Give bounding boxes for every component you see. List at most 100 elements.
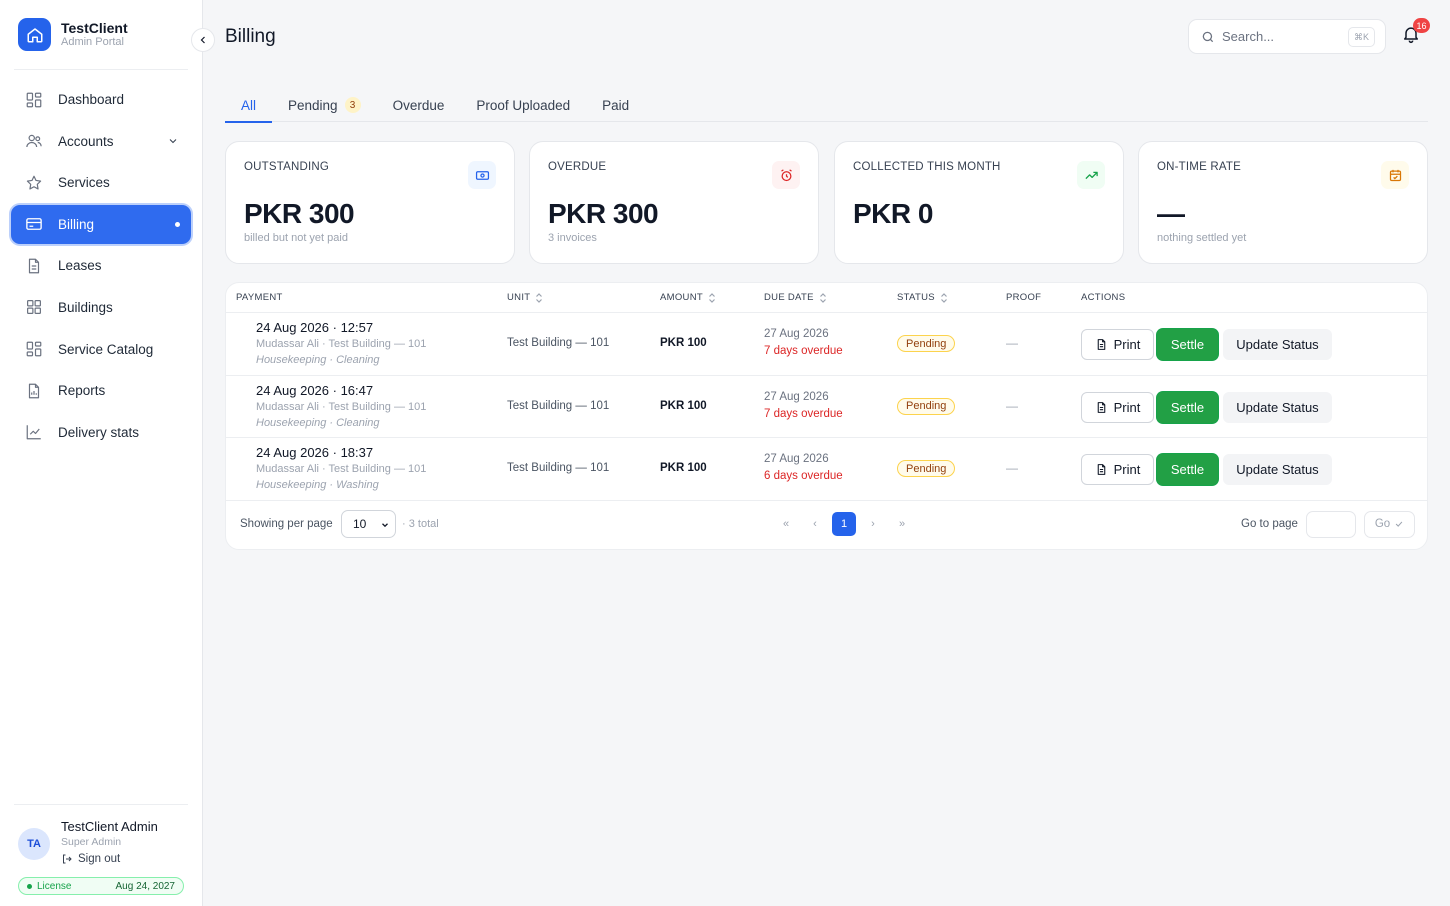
table-row: 24 Aug 2026 · 12:57 Mudassar Ali · Test … — [226, 313, 1427, 376]
tab-label: Overdue — [392, 97, 445, 113]
card-subtitle: billed but not yet paid — [244, 232, 348, 244]
star-icon — [23, 172, 45, 194]
sidebar-nav: Dashboard Accounts Services Billing Leas… — [11, 80, 191, 454]
search-box[interactable]: ⌘K — [1188, 19, 1386, 54]
proof-cell: — — [1006, 398, 1018, 413]
overdue-label: 7 days overdue — [764, 345, 843, 357]
tab-proof-uploaded[interactable]: Proof Uploaded — [460, 88, 586, 122]
tab-all[interactable]: All — [225, 88, 273, 123]
sidebar-item-delivery-stats[interactable]: Delivery stats — [11, 413, 191, 452]
check-icon — [1395, 521, 1403, 527]
sidebar-item-dashboard[interactable]: Dashboard — [11, 80, 191, 119]
column-header-amount[interactable]: AMOUNT — [660, 292, 716, 303]
goto-page-input[interactable] — [1306, 510, 1356, 538]
billing-tabs: All Pending 3 Overdue Proof Uploaded Pai… — [225, 88, 1428, 123]
sidebar-item-label: Accounts — [58, 133, 114, 149]
sign-out-icon — [63, 854, 72, 864]
payment-datetime: 24 Aug 2026 · 12:57 — [256, 320, 374, 335]
column-header-status[interactable]: STATUS — [897, 292, 948, 303]
first-page-button[interactable]: « — [774, 512, 798, 536]
home-icon — [18, 18, 51, 51]
sort-icon — [819, 292, 826, 303]
table-footer: Showing per page 10 · 3 total « ‹ 1 › » … — [226, 501, 1427, 550]
amount-cell: PKR 100 — [660, 337, 707, 349]
column-header-unit[interactable]: UNIT — [507, 292, 543, 303]
search-shortcut: ⌘K — [1347, 27, 1375, 47]
column-header-due-date[interactable]: DUE DATE — [764, 292, 827, 303]
collapse-sidebar-button[interactable] — [191, 28, 215, 52]
print-button[interactable]: Print — [1081, 329, 1154, 360]
update-status-button[interactable]: Update Status — [1223, 454, 1332, 485]
amount-cell: PKR 100 — [660, 399, 707, 412]
search-icon — [1202, 31, 1214, 42]
sidebar-item-service-catalog[interactable]: Service Catalog — [11, 330, 191, 369]
search-input[interactable] — [1222, 29, 1340, 44]
update-status-button[interactable]: Update Status — [1223, 329, 1332, 360]
calendar-icon — [1381, 161, 1409, 189]
grid-icon — [23, 296, 45, 318]
per-page-select[interactable]: 10 — [341, 509, 396, 538]
payment-customer: Mudassar Ali · Test Building — 101 — [256, 338, 427, 350]
printer-document-icon — [1097, 339, 1105, 350]
document-icon — [23, 255, 45, 277]
go-button[interactable]: Go — [1364, 510, 1415, 538]
cash-icon — [468, 161, 496, 189]
settle-button[interactable]: Settle — [1157, 391, 1218, 423]
print-label: Print — [1113, 462, 1141, 477]
settle-button[interactable]: Settle — [1157, 454, 1218, 485]
status-badge: Pending — [897, 335, 956, 352]
tab-label: Paid — [602, 97, 630, 113]
payment-datetime: 24 Aug 2026 · 16:47 — [256, 382, 374, 398]
sign-out-button[interactable]: Sign out — [61, 853, 120, 865]
tab-overdue[interactable]: Overdue — [377, 88, 461, 122]
print-button[interactable]: Print — [1081, 391, 1154, 423]
print-button[interactable]: Print — [1081, 454, 1154, 485]
license-badge: License Aug 24, 2027 — [18, 877, 184, 895]
print-label: Print — [1113, 399, 1141, 415]
users-icon — [23, 130, 45, 152]
payment-service: Housekeeping · Washing — [256, 479, 379, 491]
table-row: 24 Aug 2026 · 18:37 Mudassar Ali · Test … — [226, 438, 1427, 501]
sidebar-item-buildings[interactable]: Buildings — [11, 288, 191, 327]
payment-service: Housekeeping · Cleaning — [256, 354, 380, 366]
card-label: COLLECTED THIS MONTH — [853, 161, 1001, 173]
sidebar-item-leases[interactable]: Leases — [11, 246, 191, 285]
card-label: OUTSTANDING — [244, 161, 330, 173]
line-chart-icon — [23, 421, 45, 443]
tab-paid[interactable]: Paid — [586, 88, 645, 122]
unit-cell: Test Building — 101 — [507, 337, 610, 349]
printer-document-icon — [1097, 464, 1105, 475]
status-badge: Pending — [897, 397, 956, 415]
sort-icon — [536, 292, 543, 303]
sidebar-item-services[interactable]: Services — [11, 163, 191, 202]
license-label: License — [27, 881, 71, 892]
chevron-left-icon — [200, 36, 205, 44]
column-header-payment: PAYMENT — [236, 292, 283, 303]
last-page-button[interactable]: » — [890, 512, 914, 536]
sidebar-item-accounts[interactable]: Accounts — [11, 122, 191, 161]
tab-label: Pending — [288, 97, 338, 113]
prev-page-button[interactable]: ‹ — [803, 512, 827, 536]
sidebar-divider — [14, 804, 188, 805]
avatar[interactable]: TA — [18, 828, 50, 860]
settle-button[interactable]: Settle — [1157, 329, 1218, 360]
user-name: TestClient Admin — [61, 819, 158, 834]
active-dot — [175, 221, 180, 227]
report-icon — [23, 380, 45, 402]
sidebar-item-label: Services — [58, 175, 110, 191]
per-page-label: Showing per page — [240, 517, 333, 530]
page-title: Billing — [225, 26, 276, 47]
amount-cell: PKR 100 — [660, 462, 707, 474]
sidebar-item-billing[interactable]: Billing — [11, 204, 191, 244]
update-status-button[interactable]: Update Status — [1223, 391, 1332, 423]
card-subtitle: nothing settled yet — [1157, 232, 1247, 244]
stat-card-on-time-rate: ON-TIME RATE — nothing settled yet — [1138, 141, 1428, 264]
next-page-button[interactable]: › — [861, 512, 885, 536]
proof-cell: — — [1006, 336, 1018, 350]
tab-pending[interactable]: Pending 3 — [272, 88, 377, 122]
sidebar-item-label: Delivery stats — [58, 424, 140, 440]
goto-page-label: Go to page — [1241, 517, 1298, 530]
brand[interactable]: TestClient Admin Portal — [18, 18, 128, 51]
sidebar-item-reports[interactable]: Reports — [11, 371, 191, 410]
page-button-current[interactable]: 1 — [832, 511, 856, 536]
